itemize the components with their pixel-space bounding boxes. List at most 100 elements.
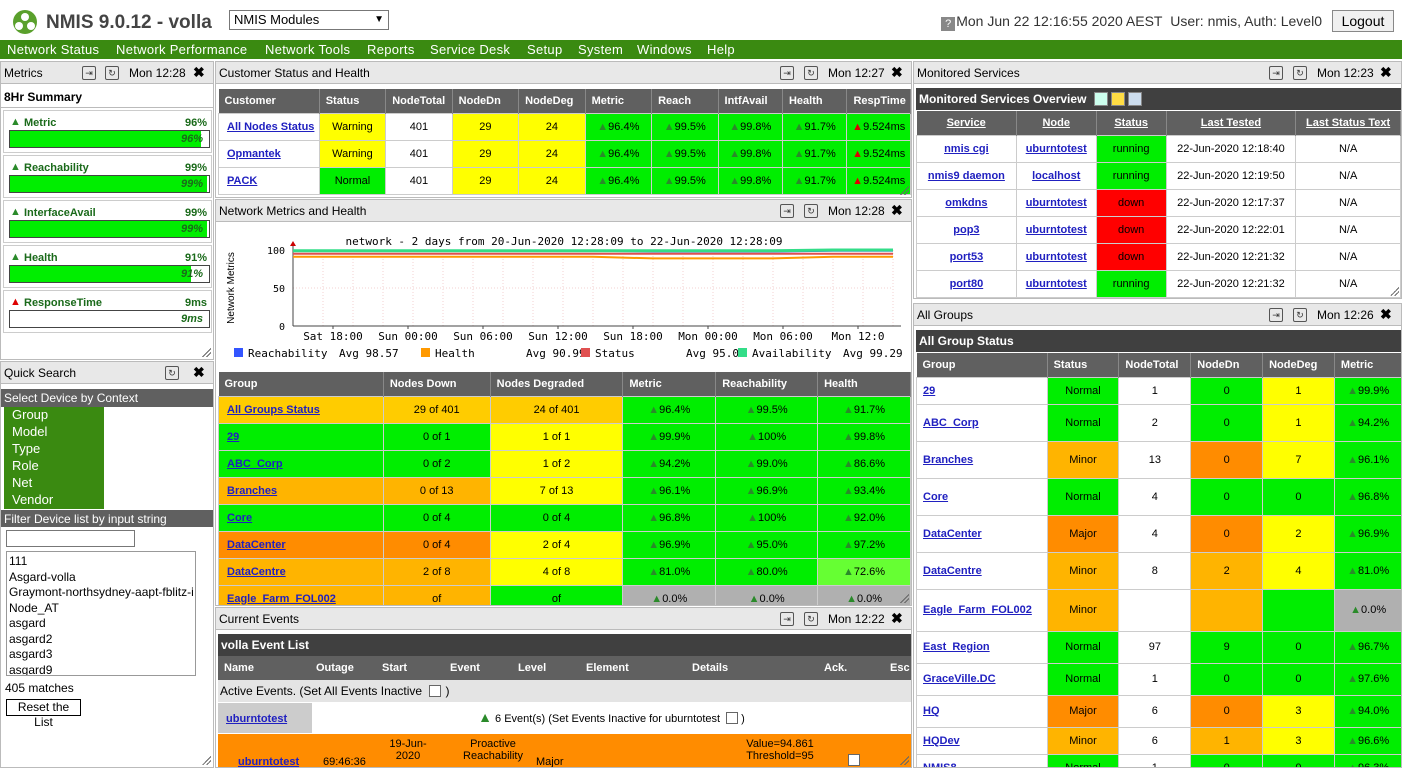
menu-windows[interactable]: Windows xyxy=(637,42,692,57)
customer-link[interactable]: Opmantek xyxy=(227,148,281,160)
popout-icon[interactable]: ⇥ xyxy=(1269,308,1283,322)
resize-grip[interactable] xyxy=(899,755,909,765)
sort-link[interactable]: Status xyxy=(1114,117,1148,129)
refresh-icon[interactable]: ↻ xyxy=(804,204,818,218)
sort-link[interactable]: Service xyxy=(947,117,986,129)
context-net[interactable]: Net xyxy=(4,475,104,492)
close-icon[interactable]: ✖ xyxy=(891,610,903,627)
service-link[interactable]: nmis cgi xyxy=(944,143,989,155)
resize-grip[interactable] xyxy=(201,755,211,765)
refresh-icon[interactable]: ↻ xyxy=(804,612,818,626)
group-link[interactable]: ABC_Corp xyxy=(227,458,283,470)
node-link[interactable]: localhost xyxy=(1032,170,1080,182)
menu-reports[interactable]: Reports xyxy=(367,42,415,57)
refresh-icon[interactable]: ↻ xyxy=(1293,308,1307,322)
device-item[interactable]: asgard3 xyxy=(9,647,193,663)
event-node-link[interactable]: uburntotest xyxy=(226,713,287,725)
device-item[interactable]: Asgard-volla xyxy=(9,570,193,586)
group-link[interactable]: East_Region xyxy=(923,641,990,653)
device-list[interactable]: 111 Asgard-volla Graymont-northsydney-aa… xyxy=(6,551,196,676)
popout-icon[interactable]: ⇥ xyxy=(780,66,794,80)
group-link[interactable]: GraceVille.DC xyxy=(923,673,996,685)
group-link[interactable]: DataCentre xyxy=(923,565,982,577)
popout-icon[interactable]: ⇥ xyxy=(1269,66,1283,80)
group-link[interactable]: Eagle_Farm_FOL002 xyxy=(227,593,336,605)
ok-filter-icon[interactable] xyxy=(1093,92,1108,106)
close-icon[interactable]: ✖ xyxy=(891,202,903,219)
context-type[interactable]: Type xyxy=(4,441,104,458)
sort-link[interactable]: Node xyxy=(1042,117,1070,129)
service-link[interactable]: port53 xyxy=(950,251,984,263)
node-link[interactable]: uburntotest xyxy=(1026,251,1087,263)
resize-grip[interactable] xyxy=(1389,286,1399,296)
group-link[interactable]: DataCentre xyxy=(227,566,286,578)
warning-filter-icon[interactable] xyxy=(1111,92,1126,106)
node-link[interactable]: uburntotest xyxy=(1026,143,1087,155)
group-link[interactable]: NMIS8 xyxy=(923,762,957,768)
menu-system[interactable]: System xyxy=(578,42,623,57)
close-icon[interactable]: ✖ xyxy=(193,364,205,381)
resize-grip[interactable] xyxy=(899,185,909,195)
group-link[interactable]: 29 xyxy=(923,385,935,397)
node-link[interactable]: uburntotest xyxy=(1026,224,1087,236)
menu-network-tools[interactable]: Network Tools xyxy=(265,42,350,57)
group-link[interactable]: HQDev xyxy=(923,735,960,747)
device-item[interactable]: Node_AT xyxy=(9,601,193,617)
customer-link[interactable]: All Nodes Status xyxy=(227,121,314,133)
service-link[interactable]: pop3 xyxy=(953,224,979,236)
close-icon[interactable]: ✖ xyxy=(193,64,205,81)
menu-network-performance[interactable]: Network Performance xyxy=(116,42,247,57)
info-filter-icon[interactable] xyxy=(1128,92,1143,106)
group-link[interactable]: Core xyxy=(227,512,252,524)
group-link[interactable]: ABC_Corp xyxy=(923,417,979,429)
context-vendor[interactable]: Vendor xyxy=(4,492,104,509)
summary-name[interactable]: InterfaceAvail xyxy=(24,207,96,219)
device-item[interactable]: 111 xyxy=(9,554,193,570)
device-item[interactable]: asgard xyxy=(9,616,193,632)
group-link[interactable]: Branches xyxy=(227,485,277,497)
device-item[interactable]: asgard9 xyxy=(9,663,193,676)
ack-checkbox[interactable] xyxy=(848,754,860,766)
menu-help[interactable]: Help xyxy=(707,42,735,57)
context-group[interactable]: Group xyxy=(4,407,104,424)
service-link[interactable]: omkdns xyxy=(945,197,987,209)
group-link[interactable]: Core xyxy=(923,491,948,503)
group-link[interactable]: 29 xyxy=(227,431,239,443)
device-item[interactable]: Graymont-northsydney-aapt-fblitz-i xyxy=(9,585,194,601)
summary-name[interactable]: Metric xyxy=(24,117,56,129)
group-link[interactable]: Branches xyxy=(923,454,973,466)
group-link[interactable]: HQ xyxy=(923,705,940,717)
sort-link[interactable]: Last Tested xyxy=(1201,117,1261,129)
device-item[interactable]: asgard2 xyxy=(9,632,193,648)
refresh-icon[interactable]: ↻ xyxy=(105,66,119,80)
context-role[interactable]: Role xyxy=(4,458,104,475)
menu-network-status[interactable]: Network Status xyxy=(7,42,99,57)
popout-icon[interactable]: ⇥ xyxy=(82,66,96,80)
summary-name[interactable]: ResponseTime xyxy=(24,297,102,309)
popout-icon[interactable]: ⇥ xyxy=(780,612,794,626)
menu-service-desk[interactable]: Service Desk xyxy=(430,42,510,57)
refresh-icon[interactable]: ↻ xyxy=(165,366,179,380)
group-link[interactable]: Eagle_Farm_FOL002 xyxy=(923,604,1032,616)
refresh-icon[interactable]: ↻ xyxy=(1293,66,1307,80)
service-link[interactable]: port80 xyxy=(950,278,984,290)
modules-select[interactable]: NMIS Modules ▼ xyxy=(229,10,389,30)
group-link[interactable]: DataCenter xyxy=(923,528,982,540)
help-icon[interactable]: ? xyxy=(941,17,956,31)
logout-button[interactable]: Logout xyxy=(1332,10,1394,32)
reset-list-button[interactable]: Reset the List xyxy=(6,699,81,729)
close-icon[interactable]: ✖ xyxy=(891,64,903,81)
node-link[interactable]: uburntotest xyxy=(1026,197,1087,209)
close-icon[interactable]: ✖ xyxy=(1380,306,1392,323)
refresh-icon[interactable]: ↻ xyxy=(804,66,818,80)
set-node-inactive-checkbox[interactable] xyxy=(726,712,739,724)
set-all-inactive-checkbox[interactable] xyxy=(429,685,442,697)
group-link[interactable]: All Groups Status xyxy=(227,404,320,416)
close-icon[interactable]: ✖ xyxy=(1380,64,1392,81)
node-link[interactable]: uburntotest xyxy=(1026,278,1087,290)
filter-input[interactable] xyxy=(6,530,135,547)
summary-name[interactable]: Health xyxy=(24,252,58,264)
context-model[interactable]: Model xyxy=(4,424,104,441)
service-link[interactable]: nmis9 daemon xyxy=(928,170,1005,182)
sort-link[interactable]: Last Status Text xyxy=(1306,117,1390,129)
